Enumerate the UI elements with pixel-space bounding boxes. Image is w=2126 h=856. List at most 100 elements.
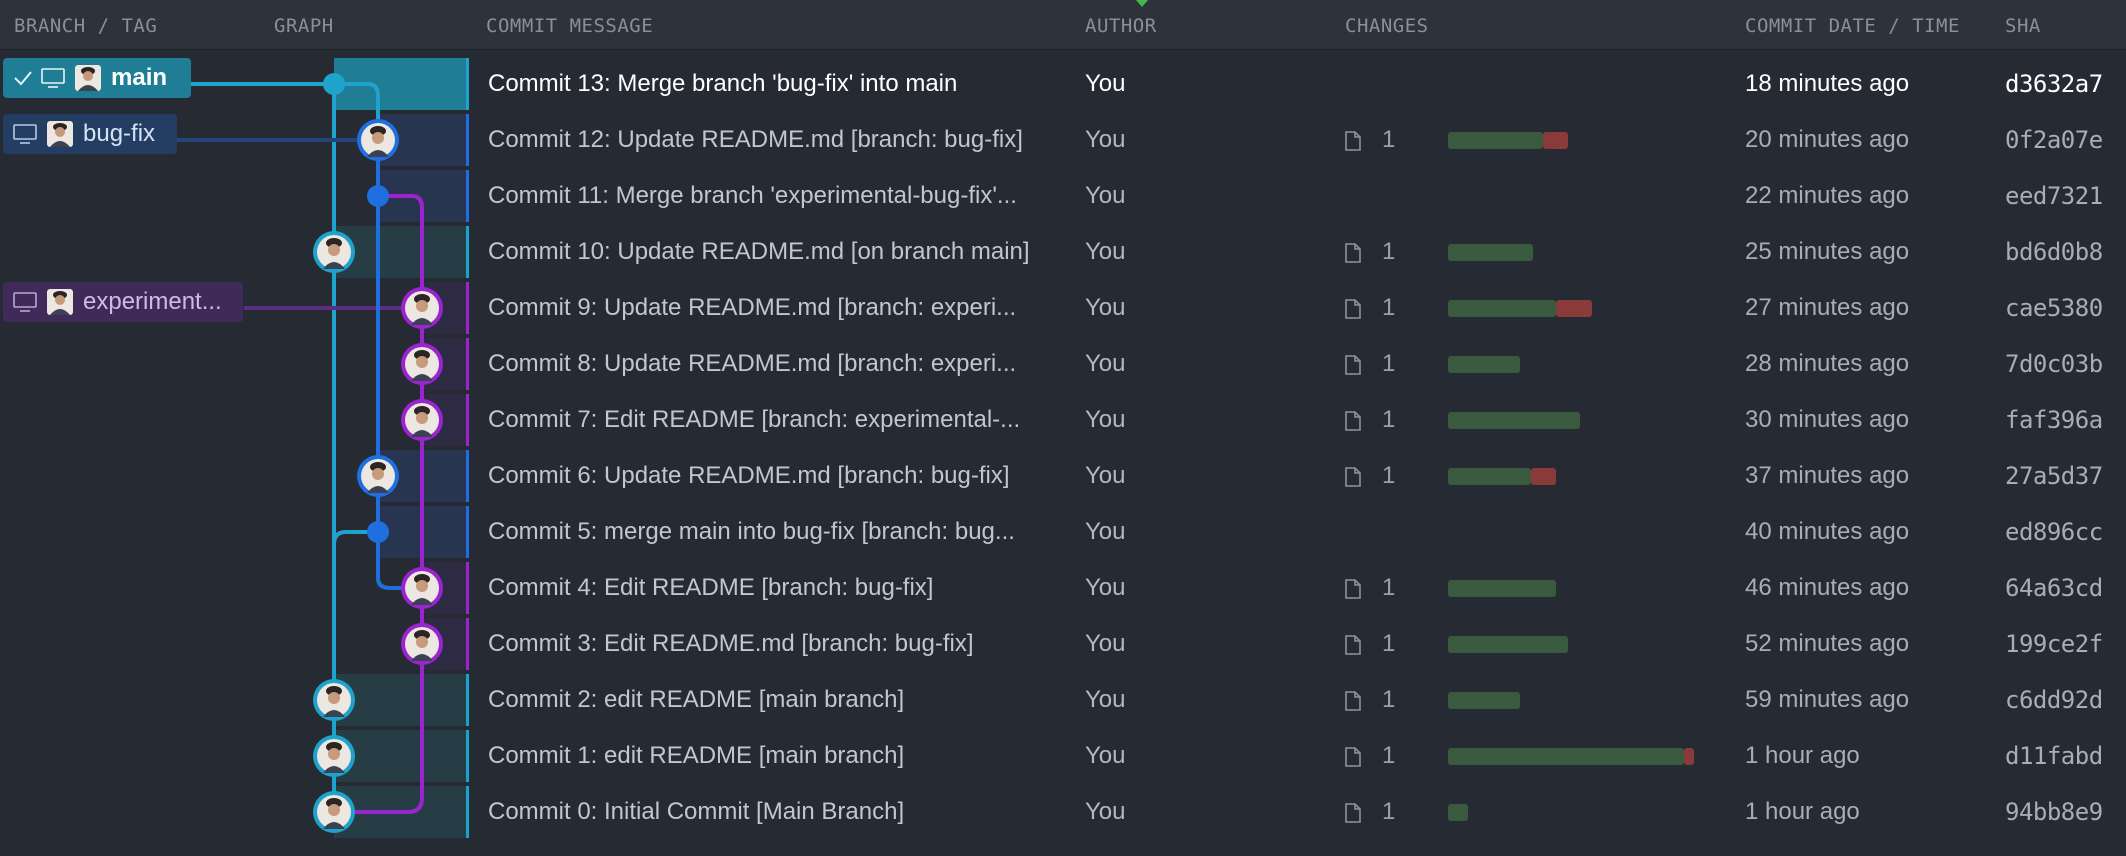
commit-author: You [1085,798,1126,825]
column-header-commit-date[interactable]: COMMIT DATE / TIME [1745,0,1960,50]
commit-author: You [1085,350,1126,377]
commit-author: You [1085,294,1126,321]
commit-date: 28 minutes ago [1745,350,1910,377]
file-icon [1345,747,1361,767]
column-header-sha[interactable]: SHA [2005,0,2041,50]
merge-commit-dot [367,185,389,207]
avatar-face [416,580,428,592]
avatar-face [416,300,428,312]
avatar-face [328,244,340,256]
avatar-face [416,356,428,368]
column-header-commit-message[interactable]: COMMIT MESSAGE [486,0,653,50]
file-count-label: 1 [1382,294,1396,321]
commit-date: 18 minutes ago [1745,70,1910,97]
file-count-label: 1 [1382,630,1396,657]
avatar [47,289,73,315]
commit-author: You [1085,742,1126,769]
deletions-bar [1543,132,1568,149]
commit-message: Commit 7: Edit README [branch: experimen… [488,406,1021,433]
commit-message: Commit 0: Initial Commit [Main Branch] [488,798,905,825]
commit-author: You [1085,630,1126,657]
commit-date: 59 minutes ago [1745,686,1910,713]
column-header-changes[interactable]: CHANGES [1345,0,1429,50]
file-icon [1345,467,1361,487]
column-header-author[interactable]: AUTHOR [1085,0,1157,50]
commit-date: 20 minutes ago [1745,126,1910,153]
commit-message: Commit 11: Merge branch 'experimental-bu… [488,182,1017,209]
file-icon [1345,411,1361,431]
commit-message: Commit 9: Update README.md [branch: expe… [488,294,1017,321]
additions-bar [1448,300,1556,317]
commit-sha[interactable]: 199ce2f [2005,616,2103,672]
file-count-label: 1 [1382,126,1396,153]
additions-bar [1448,580,1556,597]
additions-bar [1448,356,1520,373]
avatar [47,121,73,147]
commit-message: Commit 12: Update README.md [branch: bug… [488,126,1023,153]
deletions-bar [1556,300,1592,317]
commit-author: You [1085,518,1126,545]
file-count-label: 1 [1382,742,1396,769]
file-icon [1345,243,1361,263]
commit-sha[interactable]: d3632a7 [2005,56,2103,112]
additions-bar [1448,132,1543,149]
commit-message: Commit 2: edit README [main branch] [488,686,905,713]
deletions-bar [1531,468,1556,485]
commit-sha[interactable]: 7d0c03b [2005,336,2103,392]
avatar-face [328,804,340,816]
commit-date: 1 hour ago [1745,798,1860,825]
commit-message: Commit 5: merge main into bug-fix [branc… [488,518,1015,545]
commit-date: 52 minutes ago [1745,630,1910,657]
avatar-face [372,132,384,144]
commit-sha[interactable]: c6dd92d [2005,672,2103,728]
merge-commit-dot [367,521,389,543]
avatar-face [416,636,428,648]
checkmark-icon [13,68,33,93]
local-branch-icon [41,68,65,93]
branch-ref-2[interactable]: experiment... [3,282,243,322]
commit-date: 25 minutes ago [1745,238,1910,265]
branch-ref-label: experiment... [83,288,222,315]
commit-sha[interactable]: d11fabd [2005,728,2103,784]
commit-message: Commit 1: edit README [main branch] [488,742,905,769]
avatar-face [416,412,428,424]
additions-bar [1448,804,1468,821]
commit-sha[interactable]: ed896cc [2005,504,2103,560]
commit-sha[interactable]: cae5380 [2005,280,2103,336]
branch-ref-label: bug-fix [83,120,156,147]
additions-bar [1448,692,1520,709]
file-icon [1345,803,1361,823]
commit-message: Commit 13: Merge branch 'bug-fix' into m… [488,70,958,97]
additions-bar [1448,412,1580,429]
file-icon [1345,299,1361,319]
commit-date: 1 hour ago [1745,742,1860,769]
file-count-label: 1 [1382,798,1396,825]
commit-sha[interactable]: 0f2a07e [2005,112,2103,168]
commit-author: You [1085,462,1126,489]
file-count-label: 1 [1382,574,1396,601]
commit-sha[interactable]: 64a63cd [2005,560,2103,616]
merge-commit-dot [323,73,345,95]
commit-author: You [1085,70,1126,97]
commit-message: Commit 3: Edit README.md [branch: bug-fi… [488,630,974,657]
commit-message: Commit 4: Edit README [branch: bug-fix] [488,574,934,601]
commit-sha[interactable]: eed7321 [2005,168,2103,224]
commit-sha[interactable]: bd6d0b8 [2005,224,2103,280]
avatar [75,65,101,91]
commit-author: You [1085,686,1126,713]
additions-bar [1448,244,1533,261]
commit-author: You [1085,182,1126,209]
file-count-label: 1 [1382,686,1396,713]
commit-sha[interactable]: 27a5d37 [2005,448,2103,504]
branch-ref-label: main [111,64,168,91]
commit-sha[interactable]: 94bb8e9 [2005,784,2103,840]
additions-bar [1448,636,1568,653]
commit-sha[interactable]: faf396a [2005,392,2103,448]
deletions-bar [1684,748,1694,765]
branch-ref-0[interactable]: main [3,58,191,98]
branch-ref-1[interactable]: bug-fix [3,114,177,154]
avatar-face [328,692,340,704]
commit-author: You [1085,574,1126,601]
file-icon [1345,131,1361,151]
file-count-label: 1 [1382,350,1396,377]
